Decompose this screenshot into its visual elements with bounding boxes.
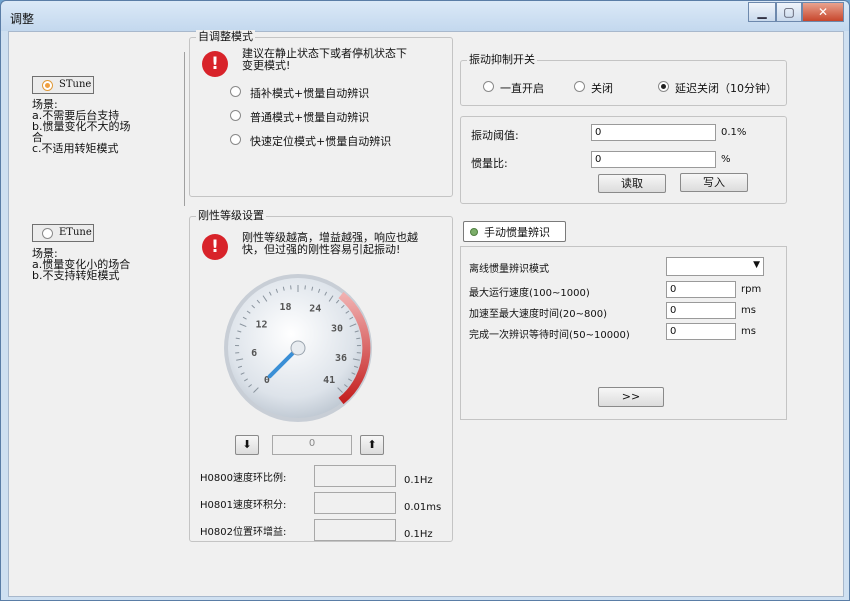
arrow-down-icon: ⬇ [242,438,252,451]
manual-row-unit: rpm [741,284,762,295]
vibration-option-label: 延迟关闭（10分钟） [675,82,777,95]
manual-row-label: 完成一次辨识等待时间(50~10000) [469,330,630,341]
manual-row-label: 最大运行速度(100~1000) [469,288,590,299]
stune-button[interactable]: STune [32,76,94,94]
manual-inertia-tab-label: 手动惯量辨识 [484,226,550,239]
increase-stiffness-button[interactable]: ⬆ [360,435,384,455]
warning-text-line: 快，但过强的刚性容易引起振动! [242,243,401,256]
max-speed-input[interactable]: 0 [666,281,736,298]
stiffness-dial[interactable]: 061218 24303641 [218,268,378,428]
stiffness-warning: 刚性等级越高，增益越强，响应也越 快，但过强的刚性容易引起振动! [242,232,418,256]
threshold-group: 振动阈值: 0 0.1% 惯量比: 0 % 读取 写入 [460,116,787,204]
inertia-ratio-label: 惯量比: [471,157,508,170]
close-button[interactable]: ✕ [802,2,844,22]
manual-row-unit: ms [741,326,756,337]
stune-scenario: 场景: a.不需要后台支持 b.惯量变化不大的场 合 c.不适用转矩模式 [32,99,130,154]
maximize-icon: ▢ [783,5,795,19]
param-label: H0800速度环比例: [200,473,287,484]
start-identification-button[interactable]: >> [598,387,664,407]
param-unit: 0.1Hz [404,529,433,540]
decrease-stiffness-button[interactable]: ⬇ [235,435,259,455]
warning-icon: ! [202,51,228,77]
vibration-radio-icon [483,81,494,92]
dial-tick [235,337,240,340]
inertia-ratio-unit: % [721,154,731,165]
arrow-up-icon: ⬆ [367,438,377,451]
etune-radio-icon [42,228,53,239]
auto-mode-title: 自调整模式 [196,30,255,44]
maximize-button[interactable]: ▢ [776,2,802,22]
minimize-icon: ▁ [757,5,767,19]
warning-text-line: 变更模式! [242,59,291,72]
auto-mode-group: 自调整模式 ! 建议在静止状态下或者停机状态下 变更模式! 插补模式+惯量自动辨… [189,30,453,197]
stune-scenario-line: c.不适用转矩模式 [32,142,119,155]
dial-hub [290,340,306,356]
vibration-radio-icon [574,81,585,92]
dial-tick-label: 24 [309,304,321,315]
manual-row-label: 加速至最大速度时间(20~800) [469,309,607,320]
mode-radio-icon [230,110,241,121]
vibration-option-label: 一直开启 [500,82,544,95]
dial-tick [356,337,361,340]
threshold-unit: 0.1% [721,127,747,138]
dial-tick-label: 36 [335,353,347,364]
stiffness-group: 刚性等级设置 ! 刚性等级越高，增益越强，响应也越 快，但过强的刚性容易引起振动… [189,209,453,542]
mode-option-label: 插补模式+惯量自动辨识 [250,87,370,100]
etune-scenario-line: b.不支持转矩模式 [32,269,120,282]
close-icon: ✕ [817,5,829,19]
offline-mode-label: 离线惯量辨识模式 [469,264,549,275]
h0801-speed-integral-field[interactable] [314,492,396,514]
window-title: 调整 [10,12,35,26]
param-unit: 0.1Hz [404,475,433,486]
check-icon [470,228,478,236]
vibration-group: 振动抑制开关 一直开启 关闭 延迟关闭（10分钟） [460,53,787,106]
dial-tick-label: 41 [323,375,335,386]
stiffness-title: 刚性等级设置 [196,209,266,223]
client-area: STune 场景: a.不需要后台支持 b.惯量变化不大的场 合 c.不适用转矩… [8,30,844,597]
param-label: H0801速度环积分: [200,500,287,511]
title-bar: 调整 ▁ ▢ ✕ [1,1,849,31]
etune-label: ETune [59,227,92,238]
manual-inertia-panel: 离线惯量辨识模式 ▼ 最大运行速度(100~1000) 0 rpm 加速至最大速… [460,246,787,420]
dial-tick-label: 6 [251,348,257,359]
dial-tick-label: 30 [331,324,343,335]
param-label: H0802位置环增益: [200,527,287,538]
stune-label: STune [59,79,92,90]
mode-option-label: 普通模式+惯量自动辨识 [250,111,370,124]
vibration-radio-selected-icon [658,81,669,92]
offline-mode-select[interactable]: ▼ [666,257,764,276]
vibration-title: 振动抑制开关 [467,53,537,67]
vibration-threshold-input[interactable]: 0 [591,124,716,141]
dial-tick-label: 12 [256,319,268,330]
h0802-position-gain-field[interactable] [314,519,396,541]
dial-tick-label: 18 [280,302,292,313]
param-unit: 0.01ms [404,502,442,513]
mode-radio-icon [230,134,241,145]
manual-inertia-tab[interactable]: 手动惯量辨识 [463,221,566,242]
stune-scenario-line: b.惯量变化不大的场 [32,120,131,133]
etune-scenario: 场景: a.惯量变化小的场合 b.不支持转矩模式 [32,248,130,281]
read-button[interactable]: 读取 [598,174,666,193]
chevron-down-icon: ▼ [753,260,760,270]
accel-time-input[interactable]: 0 [666,302,736,319]
stiffness-level-display: 0 [272,435,352,455]
manual-row-unit: ms [741,305,756,316]
wait-time-input[interactable]: 0 [666,323,736,340]
write-button[interactable]: 写入 [680,173,748,192]
h0800-speed-gain-field[interactable] [314,465,396,487]
minimize-button[interactable]: ▁ [748,2,776,22]
warning-icon: ! [202,234,228,260]
inertia-ratio-input[interactable]: 0 [591,151,716,168]
etune-button[interactable]: ETune [32,224,94,242]
mode-option-label: 快速定位模式+惯量自动辨识 [250,135,392,148]
auto-mode-warning: 建议在静止状态下或者停机状态下 变更模式! [242,48,407,72]
tuning-window: 调整 ▁ ▢ ✕ STune 场景: a.不需要后台支持 b.惯量变化不大的场 … [0,0,850,601]
threshold-label: 振动阈值: [471,129,519,142]
left-divider [184,52,185,206]
vibration-option-label: 关闭 [591,82,613,95]
mode-radio-icon [230,86,241,97]
stune-radio-icon [42,80,53,91]
